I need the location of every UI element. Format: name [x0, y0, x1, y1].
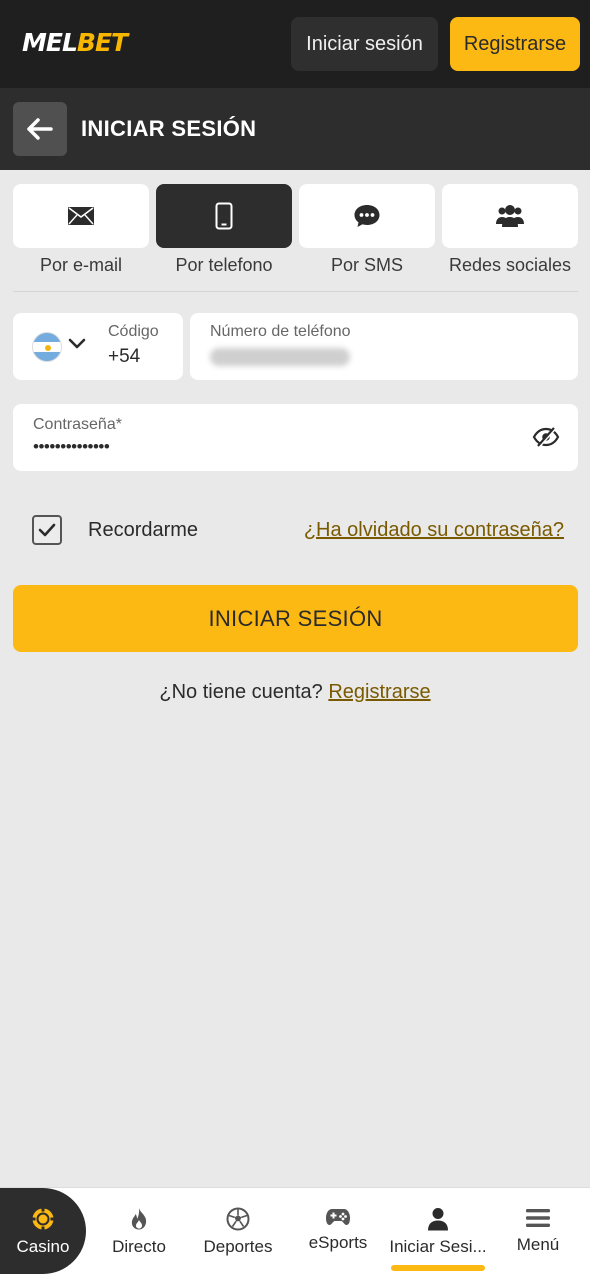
- country-code-label: Código: [108, 323, 159, 340]
- people-icon: [496, 205, 524, 227]
- hamburger-menu-icon: [526, 1209, 550, 1227]
- envelope-icon: [68, 207, 94, 225]
- tab-phone[interactable]: [156, 184, 292, 248]
- arrow-left-icon: [27, 118, 53, 140]
- nav-menu[interactable]: Menú: [488, 1188, 588, 1280]
- logo-text-bet: BET: [76, 28, 128, 57]
- chevron-down-icon: [68, 338, 86, 349]
- gamepad-icon: [326, 1209, 350, 1225]
- tab-email-label[interactable]: Por e-mail: [13, 255, 149, 276]
- nav-deportes-label: Deportes: [203, 1237, 273, 1256]
- eye-slash-icon[interactable]: [532, 426, 560, 448]
- no-account-row: ¿No tiene cuenta? Registrarse: [0, 681, 590, 704]
- phone-number-field[interactable]: Número de teléfono: [190, 313, 578, 380]
- phone-number-value-blurred: [210, 348, 350, 366]
- password-field[interactable]: Contraseña* ••••••••••••••: [13, 404, 578, 471]
- tab-phone-label[interactable]: Por telefono: [156, 255, 292, 276]
- flame-icon: [131, 1208, 147, 1230]
- page-title: INICIAR SESIÓN: [81, 116, 257, 141]
- tab-sms[interactable]: [299, 184, 435, 248]
- no-account-text: ¿No tiene cuenta?: [159, 681, 323, 703]
- logo-text-mel: MEL: [22, 28, 78, 57]
- header-login-button[interactable]: Iniciar sesión: [291, 17, 438, 71]
- password-value: ••••••••••••••: [33, 437, 110, 456]
- casino-chip-icon: [31, 1207, 55, 1231]
- nav-esports-label: eSports: [308, 1233, 368, 1252]
- phone-icon: [215, 202, 233, 230]
- melbet-logo[interactable]: MELBET: [22, 28, 128, 57]
- register-link[interactable]: Registrarse: [328, 681, 430, 703]
- bottom-navigation: Casino Directo Deportes eSports Iniciar …: [0, 1187, 590, 1280]
- chat-bubble-icon: [354, 205, 380, 227]
- forgot-password-link[interactable]: ¿Ha olvidado su contraseña?: [304, 519, 564, 542]
- tab-social[interactable]: [442, 184, 578, 248]
- nav-directo[interactable]: Directo: [89, 1188, 189, 1280]
- nav-casino-label: Casino: [16, 1237, 70, 1256]
- nav-deportes[interactable]: Deportes: [188, 1188, 288, 1280]
- login-submit-button[interactable]: INICIAR SESIÓN: [13, 585, 578, 652]
- nav-esports[interactable]: eSports: [288, 1188, 388, 1280]
- phone-number-label: Número de teléfono: [210, 323, 351, 340]
- nav-casino[interactable]: Casino: [0, 1188, 86, 1274]
- page-header: INICIAR SESIÓN: [0, 88, 590, 170]
- nav-directo-label: Directo: [112, 1237, 166, 1256]
- soccer-ball-icon: [226, 1207, 250, 1231]
- header-register-button[interactable]: Registrarse: [450, 17, 580, 71]
- nav-iniciar-sesion-label: Iniciar Sesi...: [389, 1237, 487, 1256]
- tab-social-label[interactable]: Redes sociales: [442, 255, 578, 276]
- country-code-selector[interactable]: Código +54: [13, 313, 183, 380]
- back-button[interactable]: [13, 102, 67, 156]
- divider: [13, 291, 578, 292]
- argentina-flag-icon: [32, 332, 62, 362]
- remember-checkbox[interactable]: [32, 515, 62, 545]
- country-code-value: +54: [108, 346, 141, 367]
- top-header: MELBET Iniciar sesión Registrarse: [0, 0, 590, 88]
- tab-sms-label[interactable]: Por SMS: [299, 255, 435, 276]
- tab-email[interactable]: [13, 184, 149, 248]
- checkmark-icon: [38, 523, 56, 537]
- nav-menu-label: Menú: [516, 1235, 560, 1254]
- remember-label[interactable]: Recordarme: [88, 519, 198, 542]
- user-icon: [428, 1208, 448, 1231]
- password-label: Contraseña*: [33, 416, 122, 433]
- active-nav-indicator: [391, 1265, 485, 1271]
